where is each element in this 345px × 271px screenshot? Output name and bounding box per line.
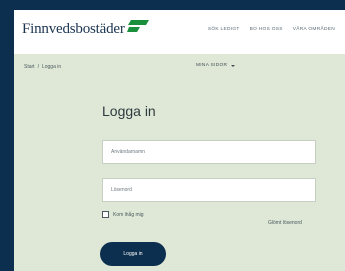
logo-text: Finnvedsbostäder [22,21,125,37]
breadcrumb-current: Logga in [41,64,62,70]
site-logo[interactable]: Finnvedsbostäder [22,20,149,37]
page-title: Logga in [102,103,156,119]
username-field[interactable] [102,140,316,164]
nav-item-bo-hos-oss[interactable]: BO HOS OSS [250,27,283,32]
my-pages-dropdown[interactable]: MINA SIDOR [196,63,236,68]
remember-me-label: Kom ihåg mig [113,211,144,218]
forgot-password-link[interactable]: Glömt lösenord [268,220,302,226]
remember-me-checkbox[interactable] [102,211,109,218]
breadcrumb-separator: / [37,64,39,70]
breadcrumb: Start / Logga in [24,64,61,70]
password-field[interactable] [102,178,316,202]
flag-icon [126,20,149,32]
sub-navigation-bar: Start / Logga in MINA SIDOR [14,54,345,82]
login-button[interactable]: Logga in [100,242,166,266]
nav-item-sok-ledigt[interactable]: SÖK LEDIGT [208,27,240,32]
chevron-down-icon [231,64,236,67]
breadcrumb-home-link[interactable]: Start [24,64,35,70]
main-nav: SÖK LEDIGT BO HOS OSS VÅRA OMRÅDEN [208,27,335,32]
remember-me-option[interactable]: Kom ihåg mig [102,211,144,218]
nav-item-vara-omraden[interactable]: VÅRA OMRÅDEN [293,27,335,32]
site-header: Finnvedsbostäder SÖK LEDIGT BO HOS OSS V… [14,10,345,54]
browser-viewport: Finnvedsbostäder SÖK LEDIGT BO HOS OSS V… [14,10,345,271]
my-pages-label: MINA SIDOR [196,63,228,68]
